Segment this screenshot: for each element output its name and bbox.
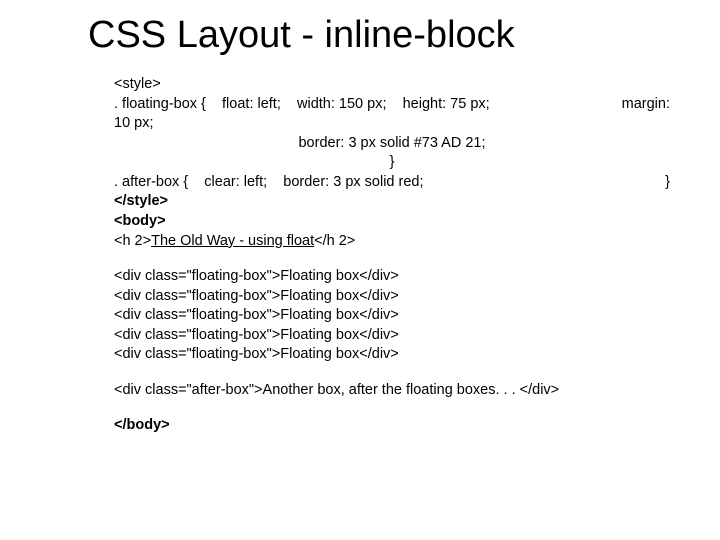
after-box-rule: . after-box { clear: left; border: 3 px … xyxy=(114,173,670,193)
body-open: <body> xyxy=(114,212,670,232)
div-float-4: <div class="floating-box">Floating box</… xyxy=(114,326,670,346)
div-after: <div class="after-box">Another box, afte… xyxy=(114,381,670,401)
div-float-5: <div class="floating-box">Floating box</… xyxy=(114,345,670,365)
div-float-3: <div class="floating-box">Floating box</… xyxy=(114,306,670,326)
code-block: <style> . floating-box { float: left; wi… xyxy=(114,75,670,436)
body-close: </body> xyxy=(114,416,670,436)
h2-link: The Old Way - using float xyxy=(151,233,314,249)
style-close: </style> xyxy=(114,192,670,212)
h2-line: <h 2>The Old Way - using float</h 2> xyxy=(114,232,670,252)
border-green: border: 3 px solid #73 AD 21; xyxy=(114,134,670,154)
page-title: CSS Layout - inline-block xyxy=(88,14,670,57)
div-float-1: <div class="floating-box">Floating box</… xyxy=(114,267,670,287)
div-float-2: <div class="floating-box">Floating box</… xyxy=(114,287,670,307)
floating-box-rule-cont: 10 px; xyxy=(114,114,670,134)
style-open: <style> xyxy=(114,75,670,95)
floating-box-rule: . floating-box { float: left; width: 150… xyxy=(114,95,670,115)
close-brace-1: } xyxy=(114,153,670,173)
